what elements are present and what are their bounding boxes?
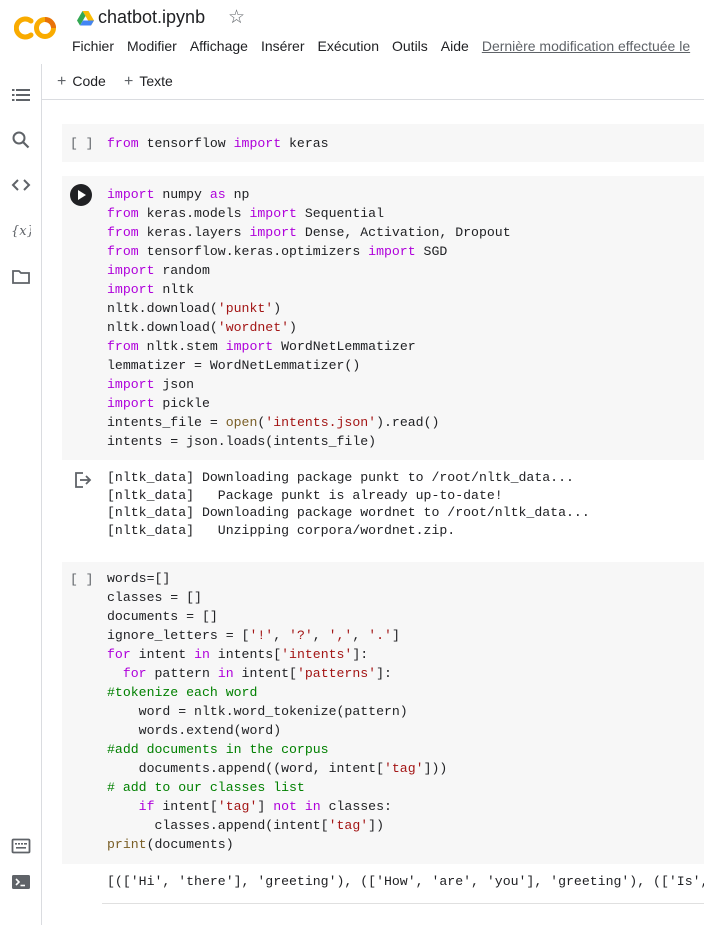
code-cell[interactable]: import numpy as np from keras.models imp… [62,176,704,460]
cell-output: [(['Hi', 'there'], 'greeting'), (['How',… [107,874,704,889]
app-header: chatbot.ipynb ☆ Fichier Modifier Affichage… [0,0,704,64]
files-icon[interactable] [11,267,31,287]
star-icon[interactable]: ☆ [228,8,245,28]
cell-run-bracket[interactable]: [ ] [70,572,93,587]
plus-icon: + [57,73,67,90]
google-drive-icon[interactable] [77,11,94,26]
menu-inserer[interactable]: Insérer [261,38,305,54]
code-snippets-icon[interactable] [11,175,31,195]
table-of-contents-icon[interactable] [11,85,31,105]
menu-affichage[interactable]: Affichage [190,38,248,54]
menu-fichier[interactable]: Fichier [72,38,114,54]
notebook-title[interactable]: chatbot.ipynb [98,7,205,28]
menu-aide[interactable]: Aide [441,38,469,54]
cell-run-bracket[interactable]: [ ] [70,136,93,151]
cell-output: [nltk_data] Downloading package punkt to… [107,470,590,538]
output-actions-icon[interactable] [74,472,92,488]
code-editor[interactable]: from tensorflow import keras [107,134,329,153]
terminal-icon[interactable] [11,872,31,892]
run-cell-button[interactable] [70,184,92,206]
menu-execution[interactable]: Exécution [318,38,379,54]
code-cell[interactable]: [ ] from tensorflow import keras [62,124,704,162]
notebook-toolbar: + Code + Texte [42,64,704,100]
code-editor[interactable]: words=[] classes = [] documents = [] ign… [107,569,447,854]
output-divider [102,903,704,904]
command-palette-icon[interactable] [11,836,31,856]
last-modified-link[interactable]: Dernière modification effectuée le [482,38,690,54]
colab-logo[interactable] [14,12,58,44]
add-code-button[interactable]: + Code [57,73,106,91]
code-cell[interactable]: [ ] words=[] classes = [] documents = []… [62,562,704,864]
menu-outils[interactable]: Outils [392,38,428,54]
search-icon[interactable] [11,130,31,150]
menu-modifier[interactable]: Modifier [127,38,177,54]
menu-bar: Fichier Modifier Affichage Insérer Exécution… [72,38,690,56]
svg-text:{x}: {x} [11,224,31,239]
code-editor[interactable]: import numpy as np from keras.models imp… [107,185,511,451]
plus-icon: + [124,73,134,90]
left-rail: {x} [0,64,42,925]
variables-icon[interactable]: {x} [11,220,31,240]
add-text-button[interactable]: + Texte [124,73,173,91]
